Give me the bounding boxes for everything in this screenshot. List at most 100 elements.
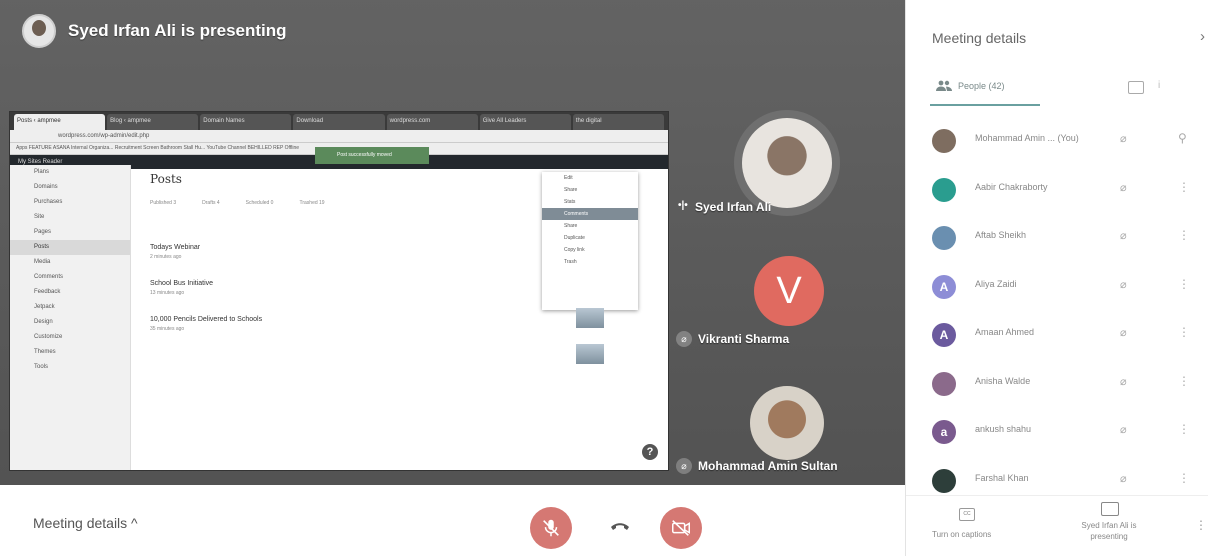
list-item[interactable]: Aftab Sheikh ⌀ ⋮ [906,217,1208,266]
more-vert-icon[interactable]: ⋮ [1195,518,1207,532]
more-vert-icon[interactable]: ⋮ [1178,180,1190,194]
camera-toggle-button[interactable] [660,507,702,549]
mic-off-icon[interactable]: ⌀ [1120,132,1127,145]
mic-off-icon[interactable]: ⌀ [1120,229,1127,242]
avatar: A [932,323,956,347]
mic-off-icon[interactable]: ⌀ [1120,423,1127,436]
avatar [932,226,956,250]
wp-menu-item: Duplicate [564,235,585,241]
tab-people-label: People (42) [958,80,1005,91]
tab-people[interactable]: People (42) [936,80,1005,91]
wp-sidebar-item: Domains [34,184,58,190]
wp-post-action-menu: Edit Share Stats Comments Share Duplicat… [542,172,638,310]
mic-toggle-button[interactable] [530,507,572,549]
presenting-button-label[interactable]: Syed Irfan Ali is presenting [1069,520,1149,542]
mic-off-icon[interactable]: ⌀ [1120,472,1127,485]
wp-menu-item: Share [564,223,578,229]
wp-post-title: School Bus Initiative [150,280,214,287]
participant-tile: V ⌀ Vikranti Sharma [668,240,905,360]
more-vert-icon[interactable]: ⋮ [1178,422,1190,436]
person-name-text: Mohammad Amin ... [975,133,1056,143]
browser-tab-strip: Posts ‹ ampmee Blog ‹ ampmee Domain Name… [10,112,668,130]
wp-sidebar-item: Jetpack [34,304,55,310]
avatar [932,371,956,396]
person-name: Farshal Khan [975,472,1029,483]
wp-sidebar: Plans Domains Purchases Site Pages Posts… [10,165,131,470]
list-item[interactable]: Aabir Chakraborty ⌀ ⋮ [906,169,1208,218]
tile-avatar [750,386,824,460]
camera-off-icon [672,520,690,536]
more-vert-icon[interactable]: ⋮ [1178,277,1190,291]
avatar: a [932,420,956,444]
captions-button-label[interactable]: Turn on captions [932,530,991,539]
list-item[interactable]: A Amaan Ahmed ⌀ ⋮ [906,314,1208,363]
mic-off-icon: ⌀ [676,458,692,474]
panel-footer: CC Turn on captions Syed Irfan Ali is pr… [906,495,1208,557]
wp-menu-item: Stats [564,199,576,205]
presenter-title: Syed Irfan Ali is presenting [68,21,287,40]
browser-tab: wordpress.com [386,114,478,130]
wp-sidebar-item: Posts [10,240,130,255]
bottom-control-bar: Meeting details ^ [0,485,905,556]
browser-tab: Download [293,114,385,130]
people-icon [936,80,952,91]
wp-filter: Scheduled 0 [245,200,274,206]
wp-sidebar-item: Media [34,259,51,265]
hang-up-icon[interactable] [609,518,631,532]
wp-sidebar-item: Purchases [34,199,63,205]
wp-filter: Trashed 19 [299,200,325,206]
tab-more[interactable]: i [1158,80,1160,91]
more-vert-icon[interactable]: ⋮ [1178,374,1190,388]
close-icon[interactable]: › [1200,28,1205,45]
more-vert-icon[interactable]: ⋮ [1178,228,1190,242]
browser-tab: Give All Leaders [479,114,571,130]
person-name: Aabir Chakraborty [975,181,1048,192]
chat-icon[interactable] [1128,81,1144,94]
mic-off-icon[interactable]: ⌀ [1120,326,1127,339]
tile-name: Vikranti Sharma [698,332,790,346]
wp-menu-item: Comments [542,208,638,220]
wp-sidebar-item: Tools [34,364,49,370]
list-item[interactable]: Anisha Walde ⌀ ⋮ [906,363,1208,412]
person-name: Aftab Sheikh [975,230,1027,240]
mic-off-icon[interactable]: ⌀ [1120,278,1127,291]
browser-tab: the digital [572,114,664,130]
mic-off-icon[interactable]: ⌀ [1120,375,1127,388]
help-icon: ? [642,444,658,460]
more-vert-icon[interactable]: ⋮ [1178,325,1190,339]
participant-tile: ⌀ Mohammad Amin Sultan [668,370,905,485]
post-thumbnail [576,308,604,328]
present-icon[interactable] [1101,502,1119,516]
browser-tab: Posts ‹ ampmee [14,114,106,130]
wp-sidebar-item: Customize [34,334,63,340]
list-item[interactable]: Mohammad Amin ... (You) ⌀ ⚲ [906,120,1208,169]
wp-post-title: 10,000 Pencils Delivered to Schools [150,316,263,323]
captions-icon[interactable]: CC [959,508,975,521]
list-item[interactable]: a ankush shahu ⌀ ⋮ [906,411,1208,460]
wp-post-title: Todays Webinar [150,244,201,251]
wp-filter: Drafts 4 [202,200,220,206]
list-item[interactable]: A Aliya Zaidi ⌀ ⋮ [906,266,1208,315]
panel-title: Meeting details [932,30,1027,46]
person-name: Anisha Walde [975,375,1031,386]
more-vert-icon[interactable]: ⋮ [1178,471,1190,485]
wp-filter: Published 3 [150,200,177,206]
participant-tile: •|• Syed Irfan Ali [668,104,905,234]
shared-screen: Posts ‹ ampmee Blog ‹ ampmee Domain Name… [10,112,668,470]
presenter-avatar [22,14,56,48]
pin-icon[interactable]: ⚲ [1178,131,1187,145]
mic-off-icon[interactable]: ⌀ [1120,181,1127,194]
person-name: Mohammad Amin ... (You) [975,133,1079,143]
wp-sidebar-item: Site [34,214,45,220]
wp-sidebar-item: Design [34,319,53,325]
avatar [932,468,956,493]
wp-sidebar-item: Themes [34,349,56,355]
browser-url-bar: wordpress.com/wp-admin/edit.php [10,130,668,143]
meeting-details-button[interactable]: Meeting details ^ [33,515,138,531]
tile-name: Syed Irfan Ali [695,200,772,214]
avatar [932,129,956,153]
person-name: ankush shahu [975,424,1032,434]
presentation-stage: Syed Irfan Ali is presenting Posts ‹ amp… [0,0,905,485]
browser-tab: Blog ‹ ampmee [107,114,199,130]
wp-menu-item: Share [564,187,578,193]
